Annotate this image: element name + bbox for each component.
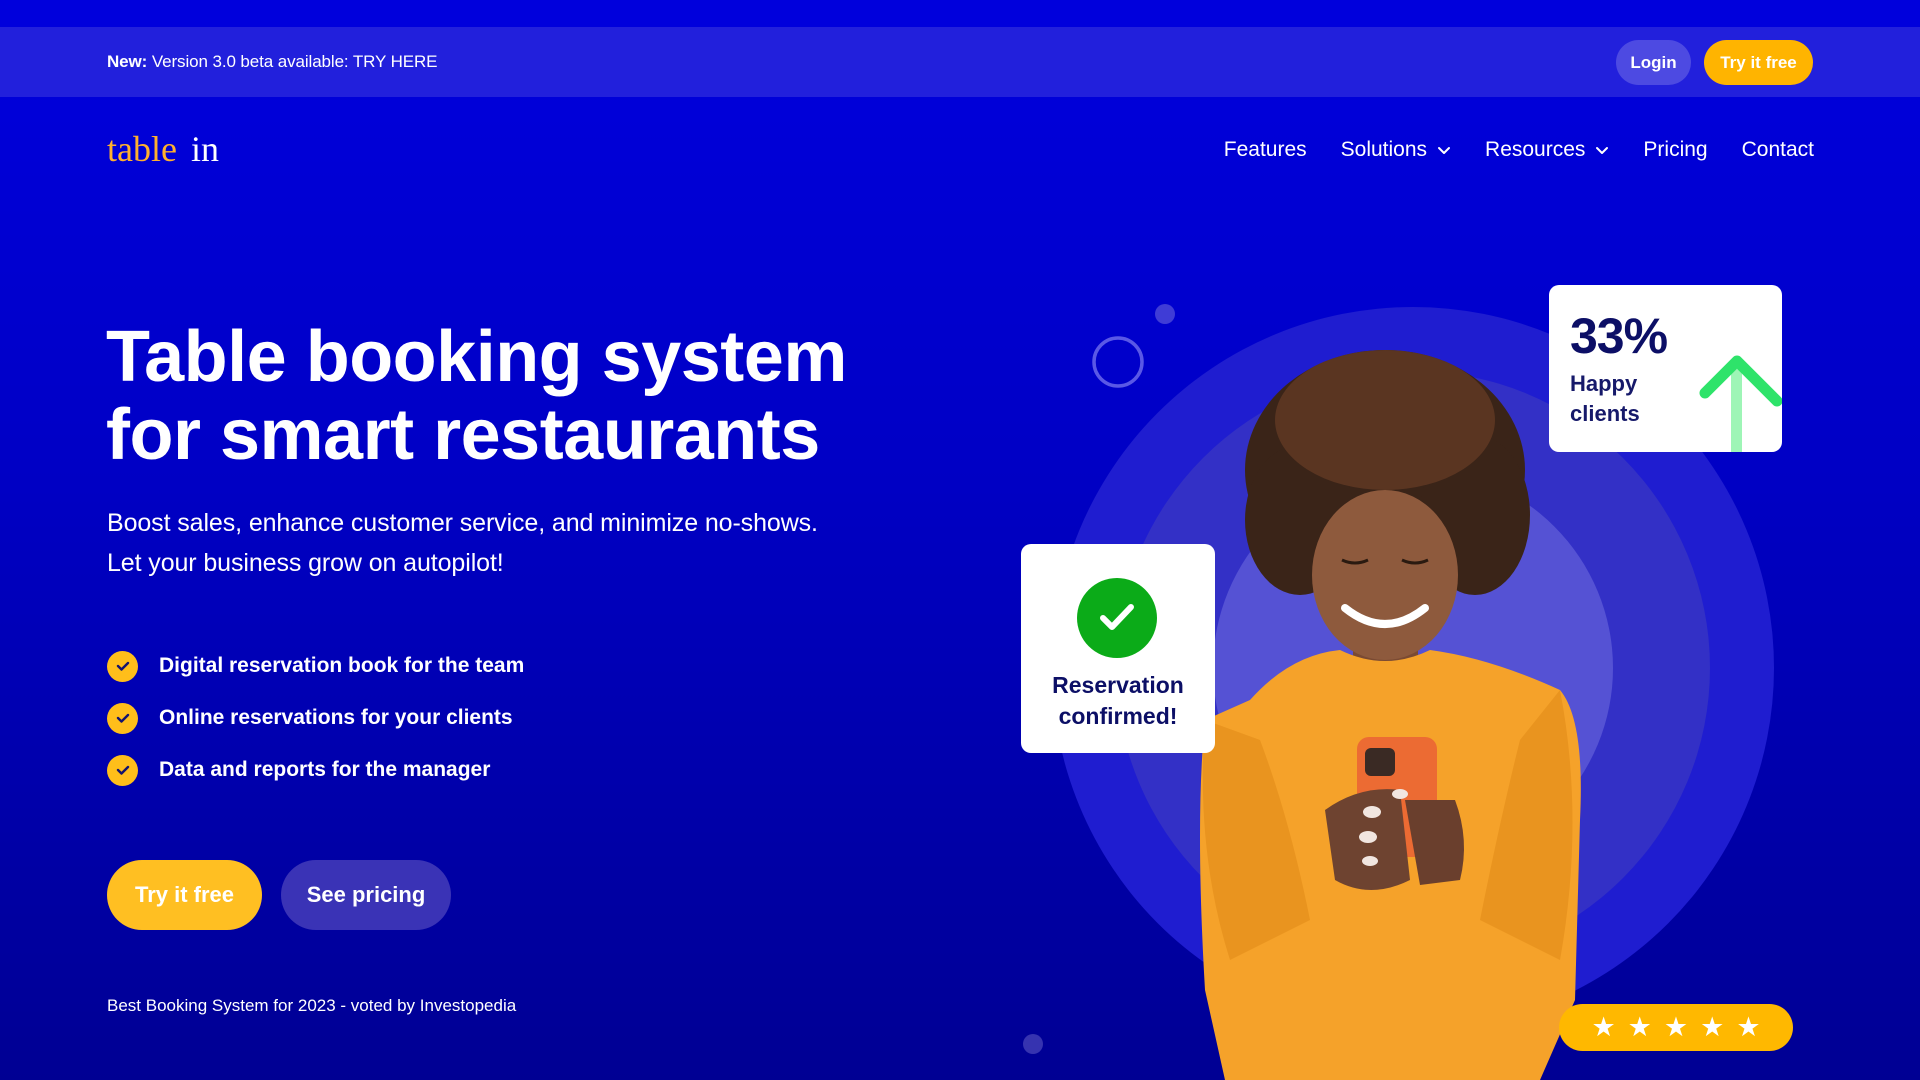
arrow-up-icon xyxy=(1699,355,1782,452)
nav-solutions[interactable]: Solutions xyxy=(1341,138,1451,162)
try-free-button[interactable]: Try it free xyxy=(107,860,262,930)
hero-title-line1: Table booking system xyxy=(106,317,847,397)
happy-clients-label: Happy clients xyxy=(1570,369,1640,429)
nav-pricing-label: Pricing xyxy=(1643,138,1708,161)
reservation-line1: Reservation xyxy=(1052,672,1184,698)
feature-text: Digital reservation book for the team xyxy=(159,654,525,677)
feature-list: Digital reservation book for the team On… xyxy=(107,640,524,796)
star-icon: ★ xyxy=(1591,1012,1616,1042)
decor-ring xyxy=(1092,336,1144,388)
nav-pricing[interactable]: Pricing xyxy=(1643,138,1707,162)
feature-item: Online reservations for your clients xyxy=(107,692,524,744)
logo[interactable]: table in xyxy=(107,131,219,167)
decor-dot xyxy=(1023,1034,1043,1054)
award-text: Best Booking System for 2023 - voted by … xyxy=(107,996,517,1015)
nav-contact[interactable]: Contact xyxy=(1742,138,1814,162)
star-icon: ★ xyxy=(1736,1012,1761,1042)
nav-resources-label: Resources xyxy=(1485,138,1586,161)
bg-circle-inner xyxy=(1213,468,1613,868)
nav-features-label: Features xyxy=(1223,138,1307,161)
check-icon xyxy=(107,650,138,682)
announcement-text: Version 3.0 beta available: TRY HERE xyxy=(147,52,438,71)
hero-lead-line2: Let your business grow on autopilot! xyxy=(107,549,504,577)
hero-title-line2: for smart restaurants xyxy=(106,395,820,475)
nav-features[interactable]: Features xyxy=(1224,138,1307,162)
happy-clients-card: 33% Happy clients xyxy=(1549,285,1782,452)
top-strip xyxy=(0,0,1920,27)
star-icon: ★ xyxy=(1700,1012,1725,1042)
happy-clients-label-line2: clients xyxy=(1570,401,1640,426)
announcement-label: New: xyxy=(107,52,148,71)
check-icon xyxy=(107,754,138,786)
feature-text: Online reservations for your clients xyxy=(159,706,513,729)
hero-lead: Boost sales, enhance customer service, a… xyxy=(107,503,818,583)
check-circle-icon xyxy=(1077,578,1157,658)
feature-item: Data and reports for the manager xyxy=(107,744,524,796)
decor-dot xyxy=(1155,304,1175,324)
main-nav: Features Solutions Resources Pricing Con… xyxy=(1224,138,1814,162)
logo-part-table: table xyxy=(107,129,177,169)
logo-part-in: in xyxy=(190,129,219,169)
nav-solutions-label: Solutions xyxy=(1340,138,1428,161)
reservation-line2: confirmed! xyxy=(1058,703,1178,729)
reservation-confirmed-label: Reservation confirmed! xyxy=(1021,670,1215,732)
reservation-confirmed-card: Reservation confirmed! xyxy=(1021,544,1215,753)
chevron-down-icon xyxy=(1438,147,1451,154)
person-photo xyxy=(1200,350,1581,1080)
happy-clients-value: 33% xyxy=(1570,308,1668,364)
feature-item: Digital reservation book for the team xyxy=(107,640,524,692)
star-icon: ★ xyxy=(1663,1012,1689,1042)
rating-badge: ★ ★ ★ ★ ★ xyxy=(1559,1004,1793,1051)
nav-contact-label: Contact xyxy=(1741,138,1814,161)
feature-text: Data and reports for the manager xyxy=(159,758,491,781)
announcement-link[interactable]: New: Version 3.0 beta available: TRY HER… xyxy=(107,52,438,72)
chevron-down-icon xyxy=(1596,147,1609,154)
login-button[interactable]: Login xyxy=(1616,40,1691,85)
happy-clients-label-line1: Happy xyxy=(1570,371,1638,396)
nav-resources[interactable]: Resources xyxy=(1485,138,1609,162)
check-icon xyxy=(107,702,138,734)
see-pricing-button[interactable]: See pricing xyxy=(281,860,451,930)
star-icon: ★ xyxy=(1627,1012,1652,1042)
hero-lead-line1: Boost sales, enhance customer service, a… xyxy=(107,509,818,537)
hero-title: Table booking system for smart restauran… xyxy=(106,318,847,474)
try-free-header-button[interactable]: Try it free xyxy=(1704,40,1813,85)
